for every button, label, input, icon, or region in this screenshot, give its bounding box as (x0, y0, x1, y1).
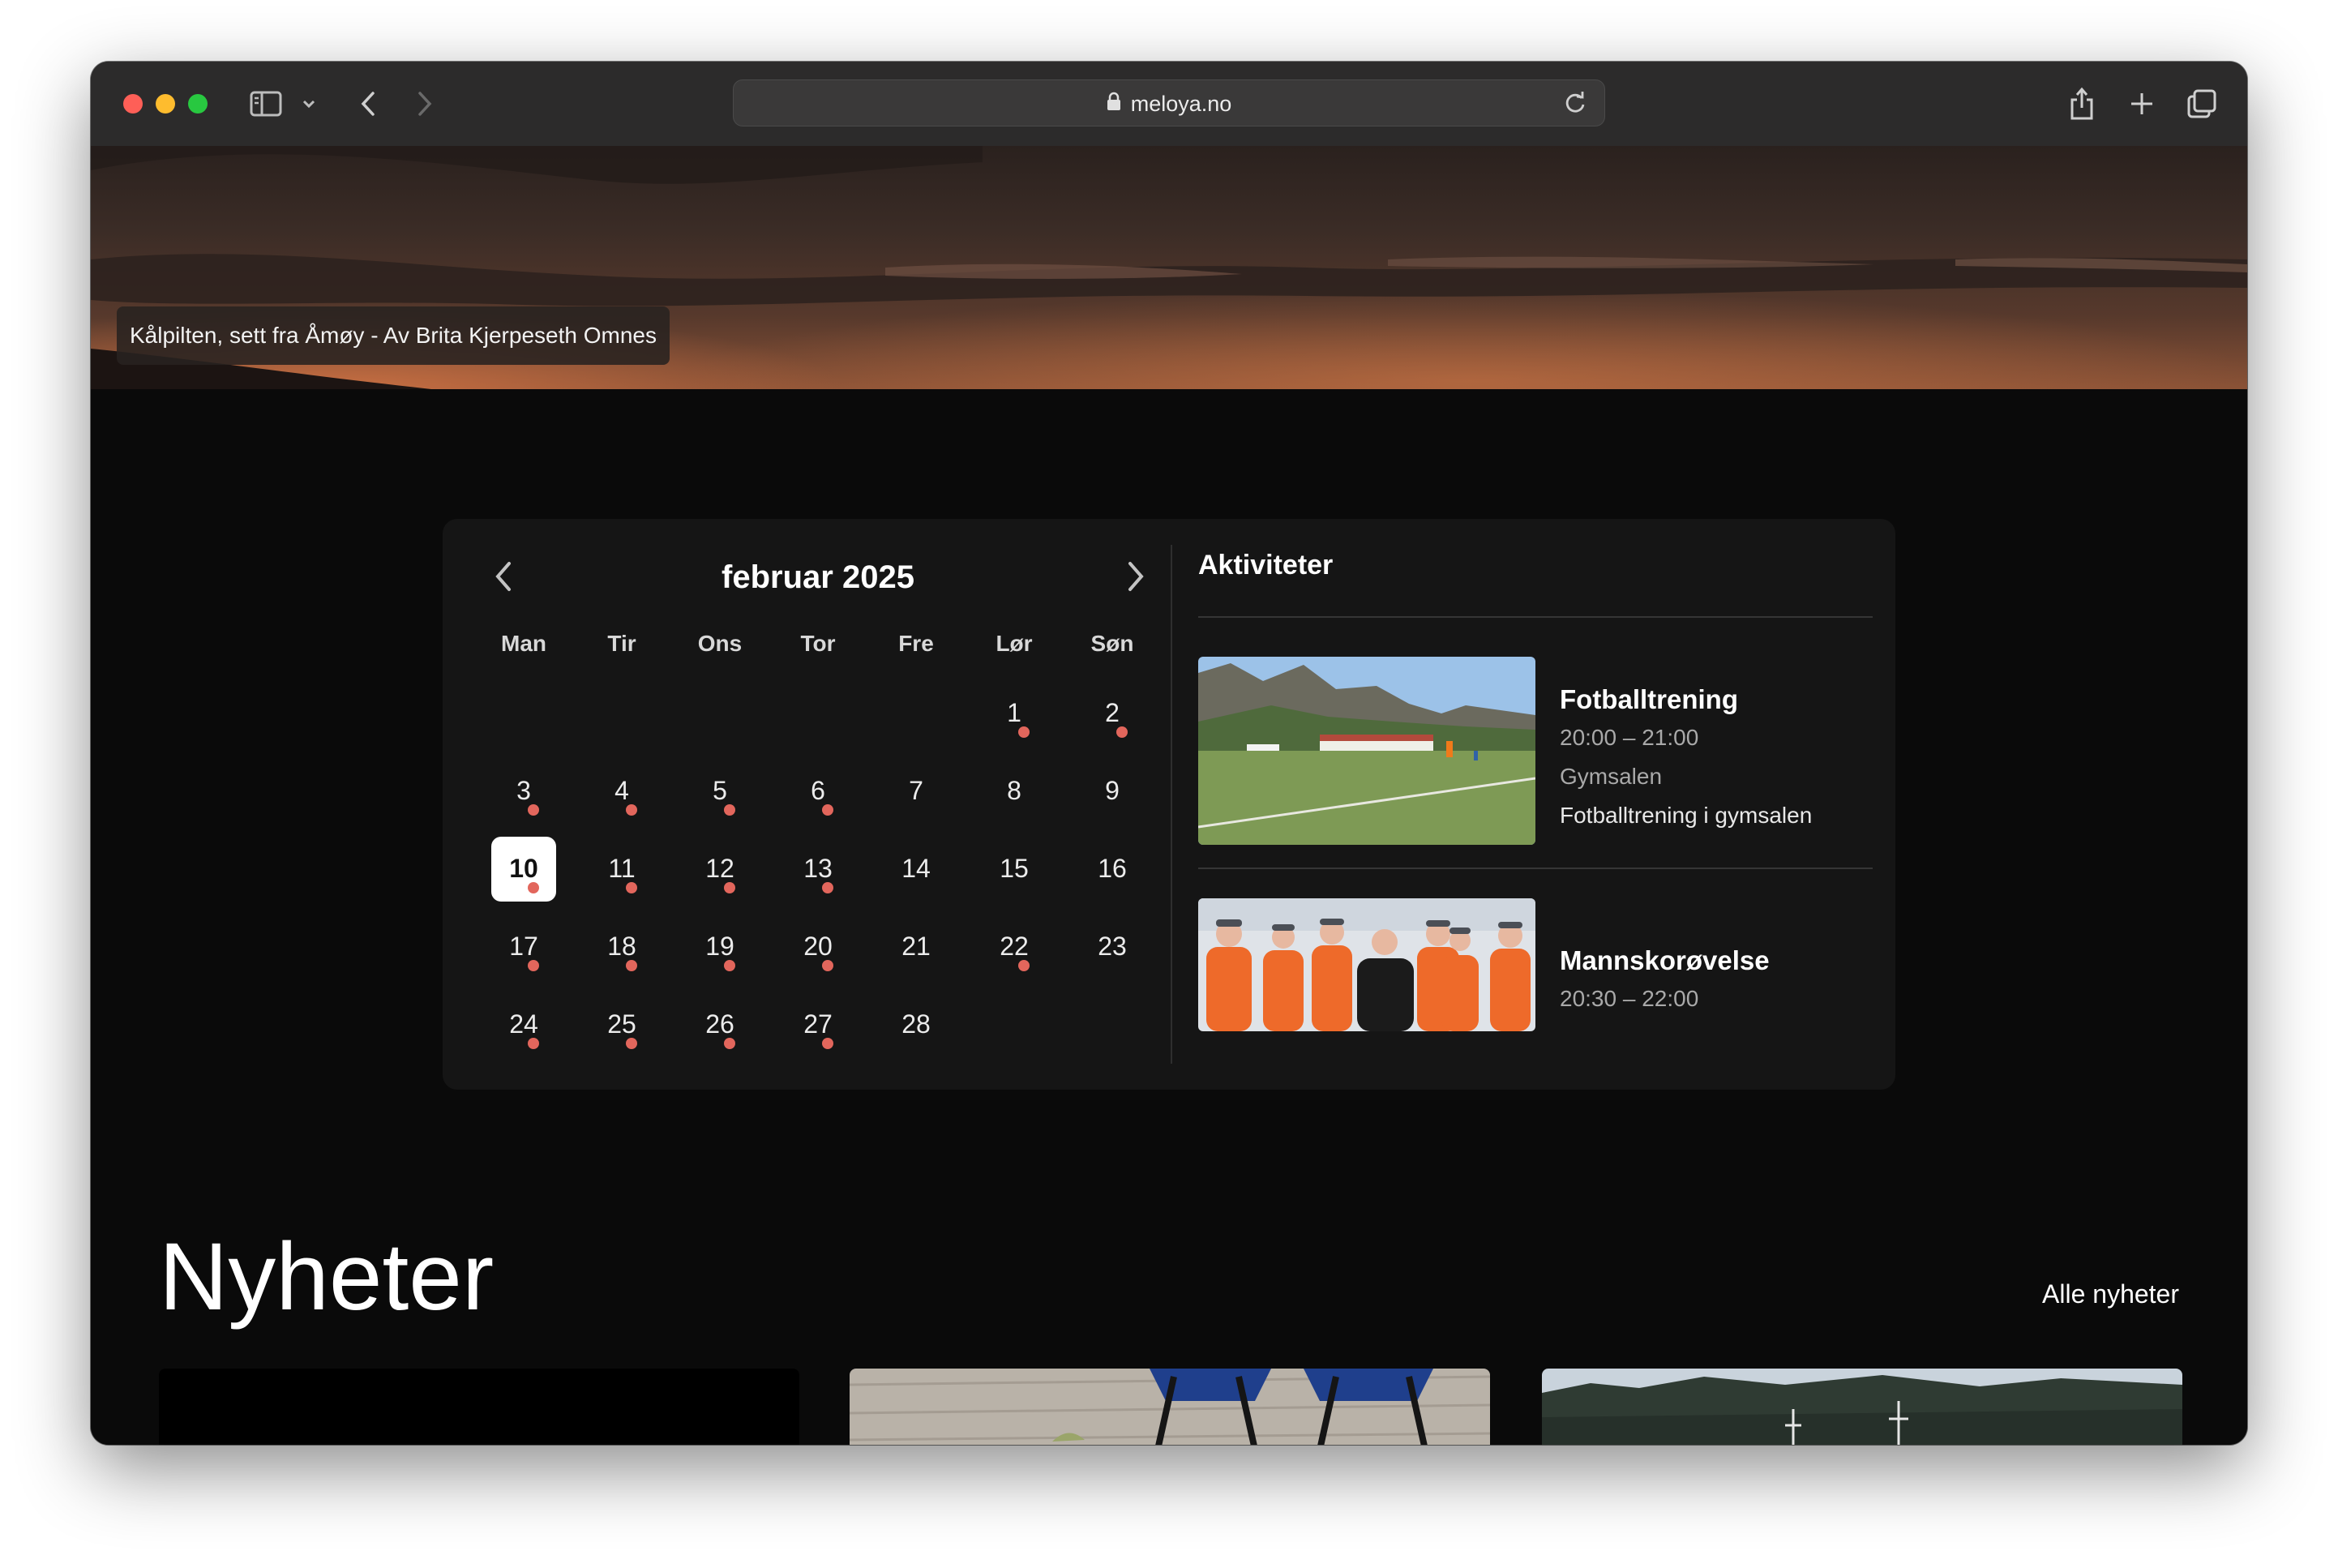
calendar-day[interactable]: 10 (491, 837, 556, 902)
activity-name[interactable]: Fotballtrening (1560, 684, 1738, 715)
event-indicator-dot (1018, 726, 1030, 738)
activity-time: 20:30 – 22:00 (1560, 986, 1699, 1011)
calendar-day[interactable]: 15 (982, 837, 1047, 902)
calendar-day[interactable]: 22 (982, 915, 1047, 979)
activity-image-football[interactable] (1198, 657, 1535, 845)
event-indicator-dot (528, 804, 539, 816)
weekday-label: Tir (607, 631, 636, 656)
address-bar[interactable]: meloya.no (733, 79, 1605, 126)
event-indicator-dot (822, 960, 833, 971)
tab-overview-icon[interactable] (2182, 84, 2221, 123)
weekday-label: Lør (996, 631, 1033, 656)
calendar-day[interactable]: 17 (491, 915, 556, 979)
lock-icon (1107, 92, 1121, 117)
weekday-label: Søn (1090, 631, 1134, 656)
event-indicator-dot (724, 882, 735, 893)
weekday-label: Fre (898, 631, 934, 656)
hero-caption: Kålpilten, sett fra Åmøy - Av Brita Kjer… (117, 306, 670, 365)
main-content: februar 2025 Man Tir Ons Tor Fre Lør Søn 1 2 3 4 5 6… (91, 389, 2247, 1445)
url-text: meloya.no (1130, 91, 1232, 116)
event-indicator-dot (822, 804, 833, 816)
all-news-link[interactable]: Alle nyheter (2042, 1279, 2179, 1309)
next-month-icon[interactable] (1115, 556, 1156, 597)
calendar-day[interactable]: 27 (786, 992, 850, 1057)
event-indicator-dot (528, 960, 539, 971)
calendar-day[interactable]: 1 (982, 681, 1047, 746)
news-card[interactable] (850, 1369, 1490, 1445)
sidebar-icon[interactable] (246, 84, 285, 123)
calendar-day[interactable]: 3 (491, 759, 556, 824)
calendar-day[interactable]: 25 (589, 992, 654, 1057)
calendar: februar 2025 Man Tir Ons Tor Fre Lør Søn 1 2 3 4 5 6… (443, 519, 1172, 1090)
calendar-day[interactable]: 7 (884, 759, 948, 824)
activity-time: 20:00 – 21:00 (1560, 725, 1699, 750)
calendar-day[interactable]: 14 (884, 837, 948, 902)
event-indicator-dot (528, 882, 539, 893)
activity-name[interactable]: Mannskorøvelse (1560, 945, 1770, 976)
calendar-day[interactable]: 16 (1080, 837, 1145, 902)
calendar-day[interactable]: 13 (786, 837, 850, 902)
event-indicator-dot (724, 804, 735, 816)
weekday-label: Tor (800, 631, 836, 656)
activity-description: Fotballtrening i gymsalen (1560, 803, 1813, 828)
news-title: Nyheter (159, 1223, 495, 1330)
event-indicator-dot (822, 1038, 833, 1049)
browser-window: meloya.no Kålpilten, sett fra Åmøy - Av … (91, 62, 2247, 1445)
calendar-day[interactable]: 8 (982, 759, 1047, 824)
event-indicator-dot (724, 1038, 735, 1049)
calendar-day[interactable]: 28 (884, 992, 948, 1057)
activity-divider (1198, 868, 1873, 869)
weekday-label: Ons (697, 631, 743, 656)
activity-image-choir[interactable] (1198, 898, 1535, 1031)
calendar-day[interactable]: 23 (1080, 915, 1145, 979)
new-tab-icon[interactable] (2122, 84, 2161, 123)
back-icon[interactable] (352, 84, 384, 123)
event-indicator-dot (626, 960, 637, 971)
close-window-button[interactable] (123, 94, 143, 114)
calendar-day[interactable]: 20 (786, 915, 850, 979)
calendar-day[interactable]: 12 (687, 837, 752, 902)
browser-toolbar: meloya.no (91, 62, 2247, 148)
calendar-day[interactable]: 2 (1080, 681, 1145, 746)
activities-divider (1198, 616, 1873, 618)
news-card[interactable] (1542, 1369, 2182, 1445)
forward-icon[interactable] (409, 84, 441, 123)
news-card[interactable] (159, 1369, 799, 1445)
calendar-day[interactable]: 21 (884, 915, 948, 979)
activities-title: Aktiviteter (1198, 550, 1334, 581)
calendar-day[interactable]: 11 (589, 837, 654, 902)
share-icon[interactable] (2062, 84, 2101, 123)
event-indicator-dot (626, 1038, 637, 1049)
event-indicator-dot (626, 882, 637, 893)
calendar-day[interactable]: 26 (687, 992, 752, 1057)
calendar-day[interactable]: 18 (589, 915, 654, 979)
event-indicator-dot (528, 1038, 539, 1049)
reload-icon[interactable] (1562, 90, 1588, 120)
weekday-label: Man (501, 631, 546, 656)
event-indicator-dot (1116, 726, 1128, 738)
calendar-divider (1171, 545, 1172, 1064)
event-indicator-dot (1018, 960, 1030, 971)
calendar-day[interactable]: 19 (687, 915, 752, 979)
calendar-card: februar 2025 Man Tir Ons Tor Fre Lør Søn 1 2 3 4 5 6… (443, 519, 1895, 1090)
event-indicator-dot (822, 882, 833, 893)
calendar-day[interactable]: 5 (687, 759, 752, 824)
calendar-day[interactable]: 6 (786, 759, 850, 824)
calendar-day[interactable]: 9 (1080, 759, 1145, 824)
zoom-window-button[interactable] (188, 94, 208, 114)
month-title: februar 2025 (722, 559, 914, 595)
calendar-day[interactable]: 4 (589, 759, 654, 824)
chevron-down-icon[interactable] (297, 84, 321, 123)
event-indicator-dot (626, 804, 637, 816)
hero-image: Kålpilten, sett fra Åmøy - Av Brita Kjer… (91, 146, 2247, 389)
event-indicator-dot (724, 960, 735, 971)
calendar-day[interactable]: 24 (491, 992, 556, 1057)
activity-location: Gymsalen (1560, 764, 1663, 789)
minimize-window-button[interactable] (156, 94, 175, 114)
